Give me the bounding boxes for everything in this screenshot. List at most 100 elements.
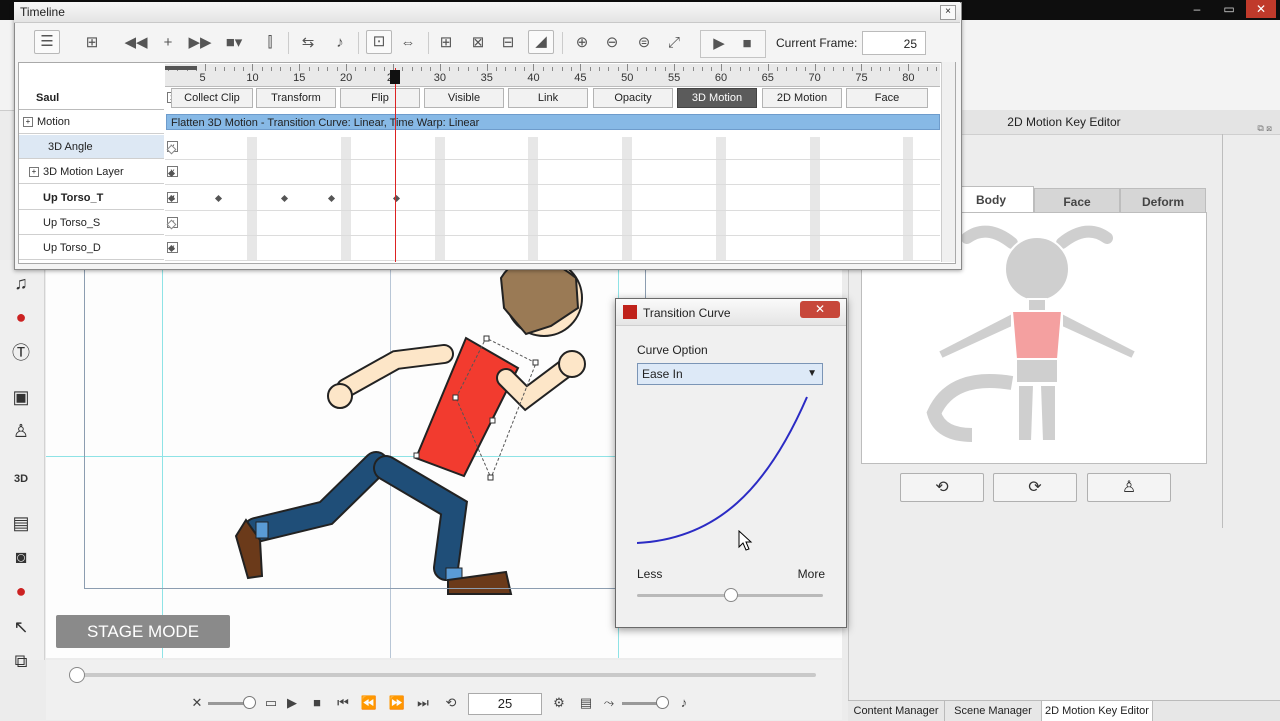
timeline-play-icon[interactable]: ▶	[707, 33, 731, 55]
channel-collect-clip[interactable]: Collect Clip	[171, 88, 253, 108]
channel-opacity[interactable]: Opacity	[593, 88, 673, 108]
sound-icon[interactable]: ♪	[675, 694, 693, 712]
timeline-stop-icon[interactable]: ■	[735, 33, 759, 55]
timeline-scrollbar[interactable]	[941, 62, 955, 262]
align-icon[interactable]: ⫿	[258, 32, 282, 54]
timeline-close-button[interactable]: ×	[940, 5, 956, 20]
channel-2d-motion[interactable]: 2D Motion	[762, 88, 842, 108]
script-icon[interactable]: ▤	[8, 510, 34, 536]
stop-icon[interactable]: ■	[308, 694, 326, 712]
playhead-handle[interactable]	[390, 70, 400, 84]
speed-thumb[interactable]	[656, 696, 669, 709]
playback-slider[interactable]	[70, 673, 816, 677]
track-row[interactable]	[165, 135, 940, 160]
music-icon[interactable]: ♫	[8, 270, 34, 296]
speed-icon[interactable]: ⤳	[600, 694, 618, 712]
text-icon[interactable]: Ⓣ	[8, 340, 34, 366]
first-frame-icon[interactable]: ⏮	[334, 694, 352, 712]
channel-visible[interactable]: Visible	[424, 88, 504, 108]
stretch-icon[interactable]: ⇔	[396, 32, 420, 54]
dialog-close-button[interactable]: ✕	[800, 301, 840, 318]
add-track-icon[interactable]: ⊞	[80, 32, 104, 54]
close-app-button[interactable]: ✕	[1246, 0, 1276, 18]
track-row[interactable]	[165, 236, 940, 261]
remove-icon[interactable]: ⊠	[466, 32, 490, 54]
insert-icon[interactable]: ⊞	[434, 32, 458, 54]
track-label: Up Torso_S	[43, 217, 101, 229]
add-key-icon[interactable]: +	[156, 32, 180, 54]
prev-key-icon[interactable]: ◀◀	[124, 32, 148, 54]
curve-option-select[interactable]: Ease In ▼	[637, 363, 823, 385]
rotate-left-button[interactable]: ⟲	[900, 473, 984, 502]
copy-icon[interactable]: ⧉	[8, 648, 34, 674]
track-3d-angle[interactable]: 3D Angle x	[19, 135, 178, 159]
track-up-torso-s[interactable]: Up Torso_S x	[19, 211, 178, 235]
settings-icon[interactable]: ⚙	[550, 694, 568, 712]
tab-deform[interactable]: Deform	[1120, 188, 1206, 213]
ruler-tick	[795, 67, 797, 71]
puppet-icon[interactable]: ♙	[8, 418, 34, 444]
dialog-titlebar[interactable]: Transition Curve ✕	[616, 299, 846, 326]
split-icon[interactable]: ⊟	[496, 32, 520, 54]
motion-clip[interactable]: Flatten 3D Motion - Transition Curve: Li…	[166, 114, 940, 130]
track-3d-motion-layer[interactable]: +3D Motion Layer x	[19, 160, 178, 184]
camera-icon[interactable]: ◙	[8, 544, 34, 570]
layer-icon[interactable]: ▣	[8, 384, 34, 410]
tab-scene-manager[interactable]: Scene Manager	[945, 701, 1042, 721]
volume-thumb[interactable]	[243, 696, 256, 709]
ruler-tick	[280, 67, 282, 71]
track-up-torso-d[interactable]: Up Torso_D x	[19, 236, 178, 260]
play-icon[interactable]: ▶	[283, 694, 301, 712]
transition-curve-icon[interactable]: ◢	[528, 30, 554, 54]
record-icon[interactable]: ●	[8, 578, 34, 604]
loop-icon[interactable]: ⟲	[442, 694, 460, 712]
track-up-torso-t[interactable]: Up Torso_T x	[19, 186, 178, 210]
frame-input[interactable]: 25	[468, 693, 542, 715]
prev-frame-icon[interactable]: ⏪	[360, 694, 378, 712]
display-icon[interactable]: ▤	[577, 694, 595, 712]
track-row[interactable]	[165, 160, 940, 185]
channel-link[interactable]: Link	[508, 88, 588, 108]
track-row[interactable]	[165, 211, 940, 236]
sound-track-icon[interactable]: ♪	[328, 32, 352, 54]
stage-mode-label[interactable]: STAGE MODE	[56, 615, 230, 648]
cursor-tool-icon[interactable]: ↖	[8, 614, 34, 640]
zoom-in-icon[interactable]: ⊕	[570, 32, 594, 54]
menu-icon[interactable]: ☰	[34, 30, 60, 54]
channel-face[interactable]: Face	[846, 88, 928, 108]
zoom-fit-icon[interactable]: ⊜	[632, 32, 656, 54]
key-options-icon[interactable]: ■▾	[222, 32, 246, 54]
curve-strength-thumb[interactable]	[724, 588, 738, 602]
mute-icon[interactable]: ✕	[188, 694, 206, 712]
maximize-button[interactable]: ▭	[1214, 0, 1244, 18]
record-voice-icon[interactable]: ●	[8, 304, 34, 330]
tab-content-manager[interactable]: Content Manager	[848, 701, 945, 721]
tab-2d-motion-key-editor[interactable]: 2D Motion Key Editor	[1042, 701, 1153, 721]
next-key-icon[interactable]: ▶▶	[188, 32, 212, 54]
subtitle-icon[interactable]: ▭	[262, 694, 280, 712]
fit-all-icon[interactable]: ⤢	[662, 32, 686, 54]
rotate-both-button[interactable]: ⟳	[993, 473, 1077, 502]
playback-slider-thumb[interactable]	[69, 667, 85, 683]
reset-pose-button[interactable]: ♙	[1087, 473, 1171, 502]
last-frame-icon[interactable]: ⏭	[414, 694, 432, 712]
track-motion[interactable]: +Motion x	[19, 110, 178, 134]
insert-frame-icon[interactable]: ⊡	[366, 30, 392, 54]
actor-row[interactable]: Saul x	[19, 86, 178, 110]
minimize-button[interactable]: –	[1182, 0, 1212, 18]
channel-transform[interactable]: Transform	[256, 88, 336, 108]
channel-3d-motion[interactable]: 3D Motion	[677, 88, 757, 108]
3d-icon[interactable]: 3D	[8, 466, 34, 492]
frame-ruler[interactable]: 5101520253035404550556065707580	[165, 64, 940, 87]
loop-track-icon[interactable]: ⇆	[296, 32, 320, 54]
expand-icon[interactable]: +	[29, 167, 39, 178]
expand-icon[interactable]: +	[23, 117, 33, 128]
timeline-titlebar[interactable]: Timeline ×	[14, 2, 960, 23]
tab-face[interactable]: Face	[1034, 188, 1120, 213]
channel-flip[interactable]: Flip	[340, 88, 420, 108]
panel-dock-icons[interactable]: ⧉ ⊠	[1257, 116, 1272, 140]
zoom-out-icon[interactable]: ⊖	[600, 32, 624, 54]
current-frame-input[interactable]: 25	[862, 31, 926, 55]
next-frame-icon[interactable]: ⏩	[388, 694, 406, 712]
playhead-line[interactable]	[395, 68, 396, 262]
